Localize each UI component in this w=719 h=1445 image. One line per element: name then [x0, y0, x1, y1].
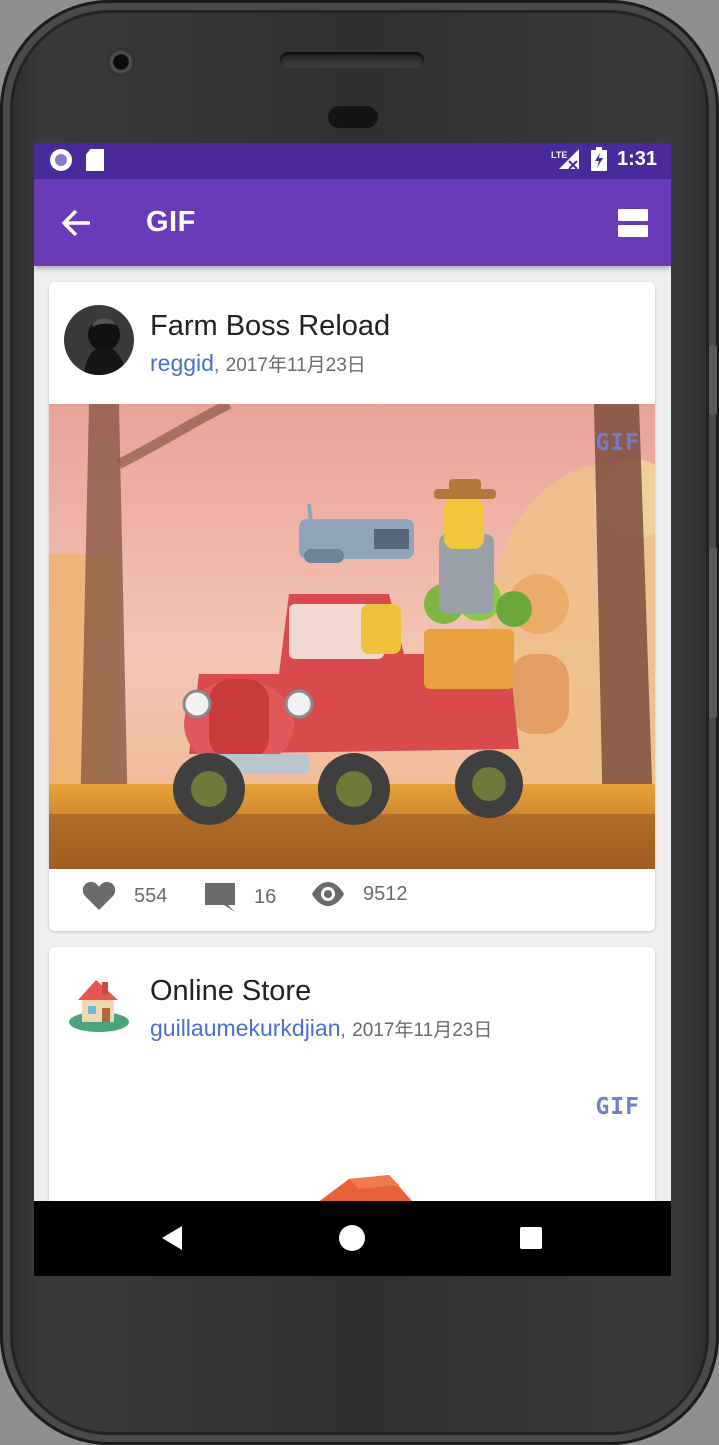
- back-triangle-icon[interactable]: [156, 1221, 190, 1255]
- post-stats: 554 16 9512: [49, 869, 655, 931]
- gif-badge: GIF: [595, 430, 640, 456]
- notification-circle-icon: [50, 149, 72, 171]
- avatar[interactable]: [64, 305, 134, 375]
- status-time: 1:31: [616, 147, 657, 170]
- post-meta: guillaumekurkdjian, 2017年11月23日: [150, 1015, 492, 1042]
- comment-icon: [205, 883, 235, 912]
- signal-icon: LTE: [551, 149, 579, 170]
- eye-icon: [312, 882, 344, 906]
- earpiece-speaker: [280, 52, 424, 68]
- arrow-back-icon[interactable]: [60, 207, 94, 239]
- comma-separator: ,: [340, 1020, 346, 1041]
- comments-count: 16: [254, 885, 277, 908]
- recents-square-icon[interactable]: [514, 1221, 548, 1255]
- author-link[interactable]: reggid: [150, 350, 214, 376]
- gif-badge: GIF: [595, 1094, 640, 1120]
- power-button: [709, 548, 717, 718]
- proximity-sensor: [328, 106, 378, 128]
- heart-icon: [82, 882, 116, 910]
- front-camera: [107, 48, 135, 76]
- likes-count: 554: [134, 884, 168, 907]
- volume-button: [709, 345, 717, 415]
- post-card[interactable]: Farm Boss Reload reggid, 2017年11月23日 GIF…: [49, 282, 655, 931]
- navigation-bar: [34, 1201, 671, 1276]
- author-link[interactable]: guillaumekurkdjian: [150, 1015, 341, 1041]
- sd-card-icon: [86, 149, 104, 171]
- post-image[interactable]: [49, 404, 655, 869]
- page-title: GIF: [146, 206, 196, 238]
- status-bar: LTE 1:31: [34, 143, 671, 179]
- views-count: 9512: [363, 882, 408, 905]
- post-title[interactable]: Online Store: [150, 975, 311, 1008]
- post-meta: reggid, 2017年11月23日: [150, 350, 366, 377]
- likes-stat[interactable]: 554: [82, 881, 167, 911]
- network-type-label: LTE: [551, 150, 567, 160]
- app-bar: GIF: [34, 179, 671, 266]
- comments-stat[interactable]: 16: [204, 881, 276, 913]
- home-circle-icon[interactable]: [335, 1221, 369, 1255]
- post-title[interactable]: Farm Boss Reload: [150, 310, 390, 343]
- comma-separator: ,: [213, 355, 220, 376]
- post-date: 2017年11月23日: [225, 355, 366, 376]
- views-stat: 9512: [311, 881, 408, 907]
- view-agenda-icon[interactable]: [617, 207, 649, 239]
- phone-frame: LTE 1:31 GIF Farm Boss Reload reggid, 20…: [0, 0, 719, 1445]
- post-date: 2017年11月23日: [352, 1020, 493, 1041]
- avatar[interactable]: [64, 970, 134, 1040]
- screen: LTE 1:31 GIF Farm Boss Reload reggid, 20…: [34, 143, 671, 1276]
- battery-charging-icon: [590, 147, 607, 171]
